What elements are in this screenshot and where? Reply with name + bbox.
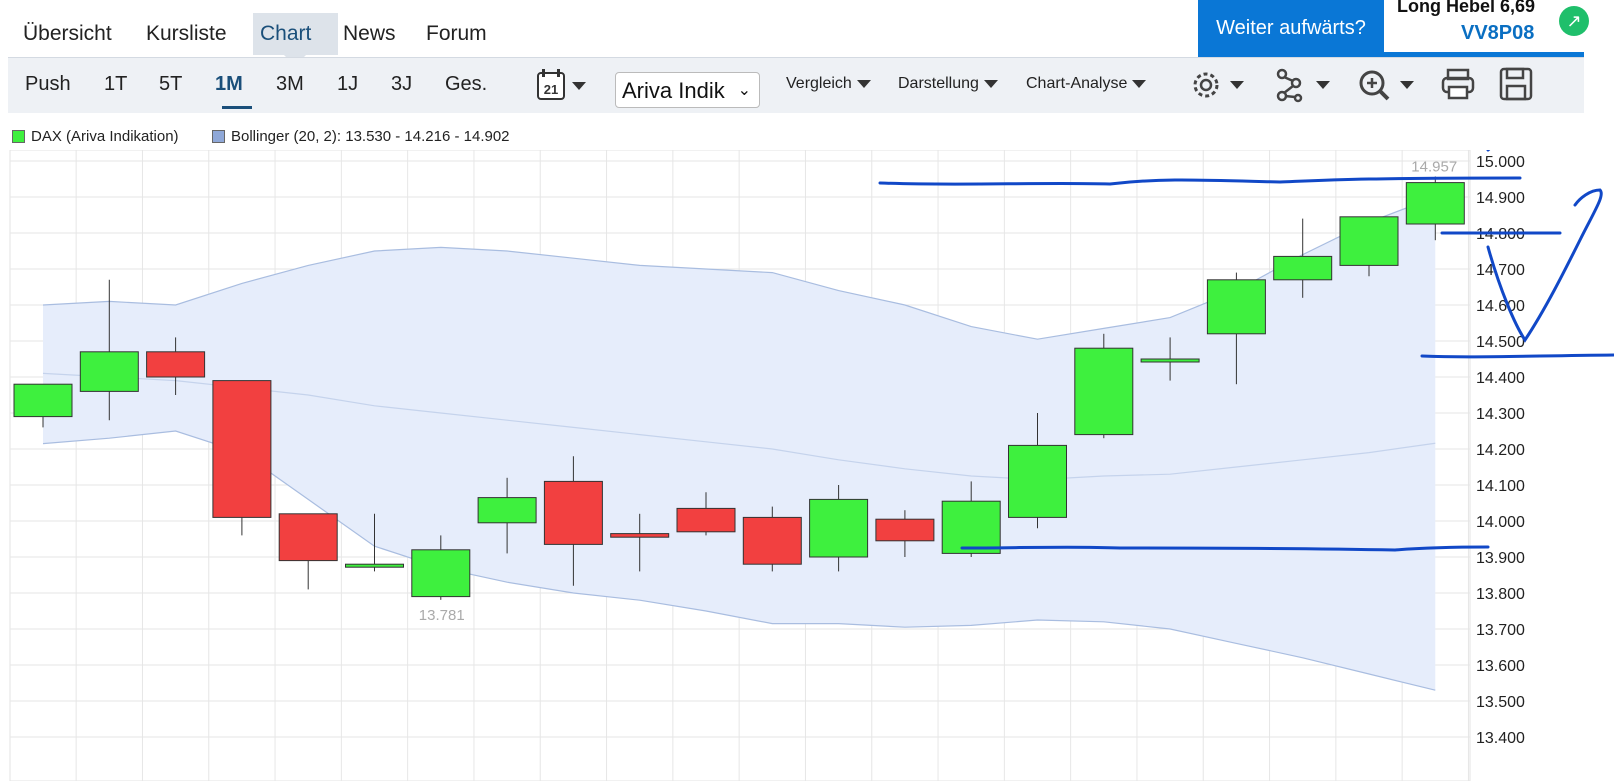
candle-body-down: [676, 507, 736, 533]
promo-code[interactable]: VV8P08: [1461, 22, 1534, 45]
chevron-down-icon: ⌄: [737, 82, 751, 99]
candle-body-up: [79, 351, 139, 392]
promo-title: Long Hebel 6,69: [1397, 0, 1536, 16]
push-button[interactable]: Push: [25, 73, 71, 96]
y-axis-tick-label: 14.200: [1476, 442, 1525, 459]
dropdown-caret-icon: [856, 79, 871, 88]
save-button[interactable]: [1498, 66, 1538, 109]
candle-body-up: [941, 500, 1001, 554]
candle-body-down: [543, 480, 603, 545]
settings-gear-icon: [1193, 72, 1219, 98]
y-axis-tick-label: 13.900: [1476, 550, 1525, 567]
dropdown-caret-icon: [983, 79, 998, 88]
y-axis-tick-label: 14.000: [1476, 514, 1525, 531]
y-axis-tick-label: 15.000: [1476, 154, 1525, 171]
candle-body-down: [212, 380, 272, 518]
y-axis-tick-label: 14.100: [1476, 478, 1525, 495]
tab-news[interactable]: News: [343, 22, 396, 46]
candle-body-up: [345, 563, 404, 568]
arrow-up-right-icon[interactable]: ↗: [1559, 6, 1589, 36]
candle-body-down: [278, 513, 338, 562]
range-3j[interactable]: 3J: [391, 73, 412, 96]
candle-body-up: [809, 498, 869, 558]
candle-body-up: [1140, 358, 1200, 363]
vergleich-menu[interactable]: Vergleich: [786, 75, 871, 93]
save-disk-icon: [1499, 67, 1533, 101]
darstellung-label: Darstellung: [898, 75, 979, 92]
candle: [1074, 333, 1134, 439]
candle-body-up: [411, 549, 471, 598]
calendar-dropdown[interactable]: 21: [536, 68, 596, 109]
legend-label-bollinger: Bollinger (20, 2): 13.530 - 14.216 - 14.…: [231, 128, 510, 145]
y-axis-tick-label: 14.300: [1476, 406, 1525, 423]
range-ges[interactable]: Ges.: [445, 73, 487, 96]
active-range-underline: [222, 106, 252, 109]
tab-kursliste[interactable]: Kursliste: [146, 22, 227, 46]
candle-body-down: [875, 518, 935, 542]
y-axis-tick-label: 14.400: [1476, 370, 1525, 387]
y-axis-tick-label: 13.800: [1476, 586, 1525, 603]
legend-item-dax[interactable]: DAX (Ariva Indikation): [12, 128, 179, 145]
main-nav-tabs: Übersicht Kursliste Chart News Forum: [0, 0, 1200, 66]
promo-button[interactable]: Weiter aufwärts?: [1198, 0, 1384, 56]
y-axis-tick-label: 13.700: [1476, 622, 1525, 639]
tab-uebersicht[interactable]: Übersicht: [23, 22, 112, 46]
candle-body-down: [742, 516, 802, 565]
y-axis-tick-label: 14.900: [1476, 190, 1525, 207]
candle-body-up: [1008, 444, 1067, 518]
y-axis-tick-label: 13.400: [1476, 730, 1525, 747]
range-1t[interactable]: 1T: [104, 73, 127, 96]
print-icon: [1441, 68, 1475, 100]
tab-forum[interactable]: Forum: [426, 22, 487, 46]
y-axis-tick-label: 13.500: [1476, 694, 1525, 711]
indicators-dropdown[interactable]: [1272, 66, 1342, 109]
darstellung-menu[interactable]: Darstellung: [898, 75, 998, 93]
candle-body-down: [146, 351, 206, 378]
candle: [212, 380, 272, 536]
candle-body-up: [13, 383, 73, 418]
chart-toolbar: Push 1T 5T 1M 3M 1J 3J Ges. 21 Ariva Ind…: [8, 57, 1584, 113]
zoom-dropdown[interactable]: [1356, 66, 1426, 109]
high-price-label: 14.957: [1411, 158, 1457, 175]
calendar-icon: 21: [537, 69, 586, 100]
legend-swatch-dax: [12, 130, 25, 143]
legend-item-bollinger[interactable]: Bollinger (20, 2): 13.530 - 14.216 - 14.…: [212, 128, 510, 145]
legend-swatch-bollinger: [212, 130, 225, 143]
chart-analyse-label: Chart-Analyse: [1026, 75, 1128, 92]
print-button[interactable]: [1440, 66, 1480, 109]
candle-body-up: [1273, 255, 1333, 281]
candle-body-up: [1206, 279, 1266, 335]
y-axis-tick-label: 14.700: [1476, 262, 1525, 279]
y-axis-tick-label: 14.600: [1476, 298, 1525, 315]
tab-chart[interactable]: Chart: [260, 22, 311, 46]
candle-body-up: [1074, 347, 1134, 436]
dropdown-caret-icon: [1132, 79, 1147, 88]
range-1j[interactable]: 1J: [337, 73, 358, 96]
candlestick-chart[interactable]: 14.957 13.781 15.00014.90014.80014.70014…: [0, 150, 1614, 781]
network-nodes-icon: [1276, 68, 1303, 103]
range-3m[interactable]: 3M: [276, 73, 304, 96]
legend-label-dax: DAX (Ariva Indikation): [31, 128, 179, 145]
y-axis-tick-label: 14.500: [1476, 334, 1525, 351]
promo-product[interactable]: Long Hebel 6,69 VV8P08 ↗: [1389, 0, 1589, 56]
vergleich-label: Vergleich: [786, 75, 852, 92]
candle-body-up: [1405, 182, 1465, 225]
source-select[interactable]: Ariva Indik ⌄: [615, 72, 760, 108]
range-1m[interactable]: 1M: [215, 73, 243, 96]
candle-body-down: [610, 533, 670, 538]
y-axis-tick-label: 13.600: [1476, 658, 1525, 675]
candle-body-up: [477, 497, 537, 524]
annotation-support-line-upper: [1420, 353, 1614, 359]
zoom-in-icon: [1359, 70, 1390, 101]
settings-dropdown[interactable]: [1188, 66, 1258, 109]
calendar-day: 21: [544, 82, 558, 97]
chart-analyse-menu[interactable]: Chart-Analyse: [1026, 75, 1147, 93]
range-5t[interactable]: 5T: [159, 73, 182, 96]
candle-body-up: [1339, 216, 1399, 266]
y-axis: 15.00014.90014.80014.70014.60014.50014.4…: [1476, 154, 1525, 747]
source-select-value: Ariva Indik: [622, 78, 725, 103]
low-price-label: 13.781: [419, 607, 465, 624]
